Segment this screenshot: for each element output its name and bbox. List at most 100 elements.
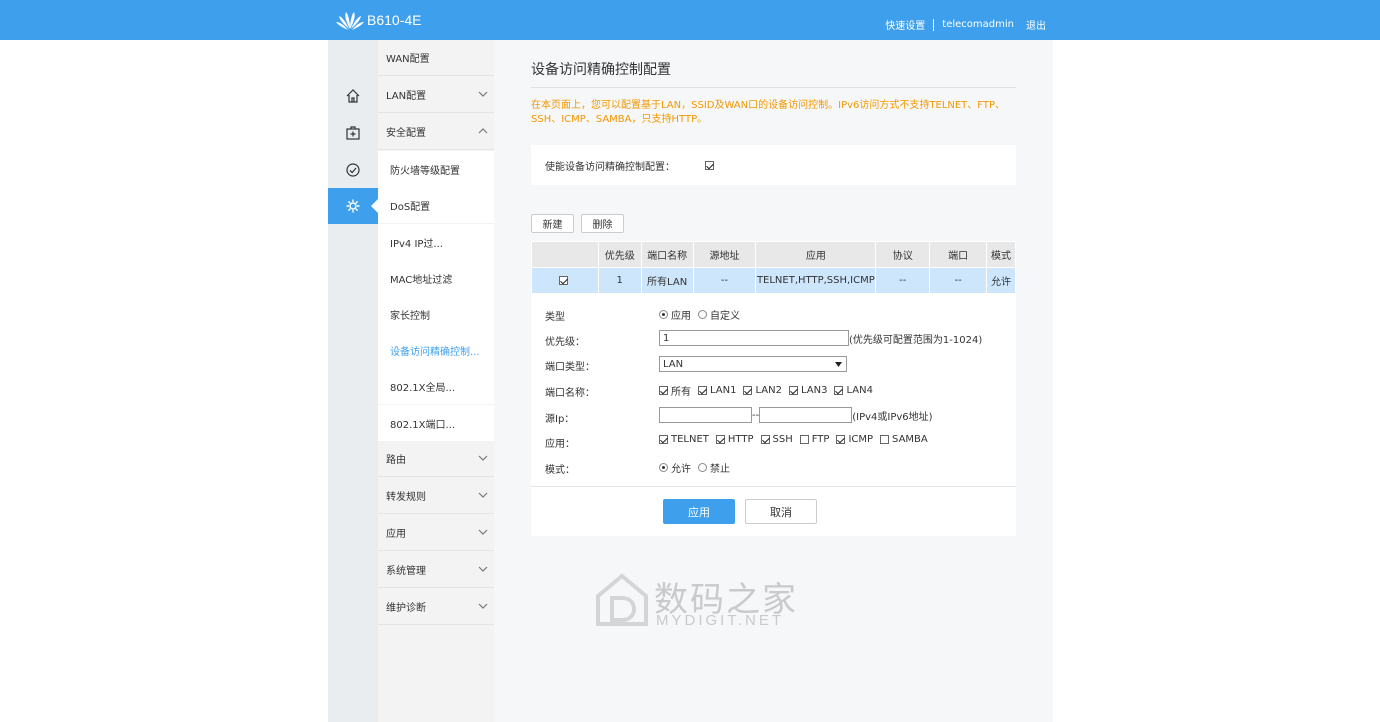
logout-link[interactable]: 退出 [1026, 17, 1046, 32]
column-header: 端口 [929, 241, 987, 268]
cell-priority: 1 [597, 267, 642, 294]
radio-button[interactable] [698, 310, 707, 319]
home-icon-button[interactable] [328, 78, 378, 114]
priority-hint: (优先级可配置范围为1-1024) [849, 334, 983, 346]
range-separator: -- [752, 409, 760, 421]
source-ip-label: 源Ip： [545, 414, 575, 425]
column-header: 优先级 [597, 241, 642, 268]
menu-label: 系统管理 [386, 566, 426, 577]
dropdown-arrow-icon [835, 361, 842, 367]
new-button[interactable]: 新建 [531, 214, 574, 233]
menu-label: 应用 [386, 529, 406, 540]
app-option-ssh[interactable]: SSH [760, 434, 793, 445]
checkbox[interactable] [788, 386, 798, 395]
chevron-up-icon [478, 128, 488, 134]
submenu-ipv4-filter[interactable]: IPv4 IP过... [378, 224, 494, 260]
select-value: LAN [663, 358, 684, 370]
gear-icon-button[interactable] [328, 188, 378, 224]
port-option-lan1[interactable]: LAN1 [698, 385, 736, 396]
radio-button[interactable] [698, 463, 707, 472]
radio-button[interactable] [659, 463, 668, 472]
enable-checkbox[interactable] [705, 160, 714, 170]
gauge-icon-button[interactable] [328, 152, 378, 188]
submenu-8021x-port[interactable]: 802.1X端口... [378, 405, 494, 441]
row-select-cell[interactable] [531, 267, 599, 294]
port-type-select[interactable]: LAN [659, 356, 847, 372]
checkbox[interactable] [834, 386, 844, 395]
option-label: LAN4 [846, 385, 873, 396]
menu-routing[interactable]: 路由 [378, 441, 494, 477]
cancel-button[interactable]: 取消 [745, 499, 817, 524]
watermark-logo [596, 573, 648, 626]
submenu-device-access-control[interactable]: 设备访问精确控制... [378, 332, 494, 368]
title-divider [531, 87, 1016, 88]
cell-source-address: -- [692, 267, 757, 294]
mode-option-deny[interactable]: 禁止 [698, 460, 730, 475]
submenu-dos[interactable]: DoS配置 [378, 187, 494, 223]
app-option-icmp[interactable]: ICMP [836, 434, 873, 445]
checkbox[interactable] [760, 435, 770, 444]
submenu-firewall-level[interactable]: 防火墙等级配置 [378, 151, 494, 187]
chevron-down-icon [478, 529, 488, 535]
checkbox[interactable] [743, 386, 753, 395]
menu-diagnostics[interactable]: 维护诊断 [378, 589, 494, 625]
side-menu: WAN配置 LAN配置 安全配置 防火墙等级配置 DoS配置 IPv4 IP过.… [378, 40, 494, 722]
app-option-samba[interactable]: SAMBA [880, 434, 928, 445]
user-name[interactable]: telecomadmin [942, 19, 1014, 30]
option-label: 允许 [671, 464, 691, 475]
home-icon [346, 89, 360, 103]
port-option-lan4[interactable]: LAN4 [834, 385, 873, 396]
table-row[interactable]: 1 所有LAN -- TELNET,HTTP,SSH,ICMP -- -- 允许 [531, 267, 1017, 294]
menu-security[interactable]: 安全配置 [378, 114, 494, 150]
submenu-8021x-global[interactable]: 802.1X全局... [378, 368, 494, 404]
top-links: 快速设置 telecomadmin 退出 [885, 17, 1046, 32]
medical-kit-icon-button[interactable] [328, 115, 378, 151]
checkbox[interactable] [659, 386, 668, 395]
checkbox[interactable] [659, 435, 668, 444]
delete-button[interactable]: 删除 [581, 214, 624, 233]
priority-input[interactable]: 1 [659, 330, 849, 346]
source-ip-row: -- (IPv4或IPv6地址) [659, 407, 933, 423]
cell-protocol: -- [875, 267, 931, 294]
menu-wan[interactable]: WAN配置 [378, 40, 494, 76]
menu-label: 转发规则 [386, 492, 426, 503]
menu-forward-rules[interactable]: 转发规则 [378, 478, 494, 514]
submenu-parental-control[interactable]: 家长控制 [378, 296, 494, 332]
port-option-lan2[interactable]: LAN2 [743, 385, 782, 396]
enable-panel: 使能设备访问精确控制配置： [531, 145, 1016, 185]
mode-option-allow[interactable]: 允许 [659, 460, 691, 475]
checkbox[interactable] [880, 435, 890, 444]
port-option-all[interactable]: 所有 [659, 383, 691, 398]
radio-button[interactable] [659, 310, 668, 319]
menu-apps[interactable]: 应用 [378, 515, 494, 551]
cell-port-name: 所有LAN [640, 267, 694, 294]
source-ip-end-input[interactable] [759, 407, 853, 423]
port-option-lan3[interactable]: LAN3 [788, 385, 827, 396]
option-label: ICMP [848, 434, 874, 445]
checkbox[interactable] [698, 386, 707, 395]
option-label: 自定义 [710, 311, 740, 322]
source-ip-start-input[interactable] [659, 407, 752, 423]
checkbox[interactable] [715, 435, 725, 444]
checkbox[interactable] [799, 435, 809, 444]
icon-sidebar [328, 40, 378, 722]
option-label: LAN1 [710, 385, 737, 396]
quick-setup-link[interactable]: 快速设置 [885, 17, 925, 32]
submenu-mac-filter[interactable]: MAC地址过滤 [378, 260, 494, 296]
enable-label: 使能设备访问精确控制配置： [545, 161, 675, 173]
menu-lan[interactable]: LAN配置 [378, 77, 494, 113]
type-option-custom[interactable]: 自定义 [698, 307, 740, 322]
app-option-telnet[interactable]: TELNET [659, 434, 709, 445]
app-option-ftp[interactable]: FTP [799, 434, 829, 445]
checkbox[interactable] [836, 435, 846, 444]
mode-label: 模式： [545, 465, 575, 476]
apply-button[interactable]: 应用 [663, 499, 735, 524]
table-header-row: 优先级 端口名称 源地址 应用 协议 端口 模式 [531, 241, 1017, 268]
port-name-label: 端口名称： [545, 388, 595, 399]
row-checkbox[interactable] [558, 275, 568, 285]
application-checkboxes: TELNET HTTP SSH FTP ICMP SAMBA [659, 434, 935, 445]
chevron-down-icon [478, 91, 488, 97]
menu-system-management[interactable]: 系统管理 [378, 552, 494, 588]
type-option-app[interactable]: 应用 [659, 307, 691, 322]
app-option-http[interactable]: HTTP [715, 434, 754, 445]
